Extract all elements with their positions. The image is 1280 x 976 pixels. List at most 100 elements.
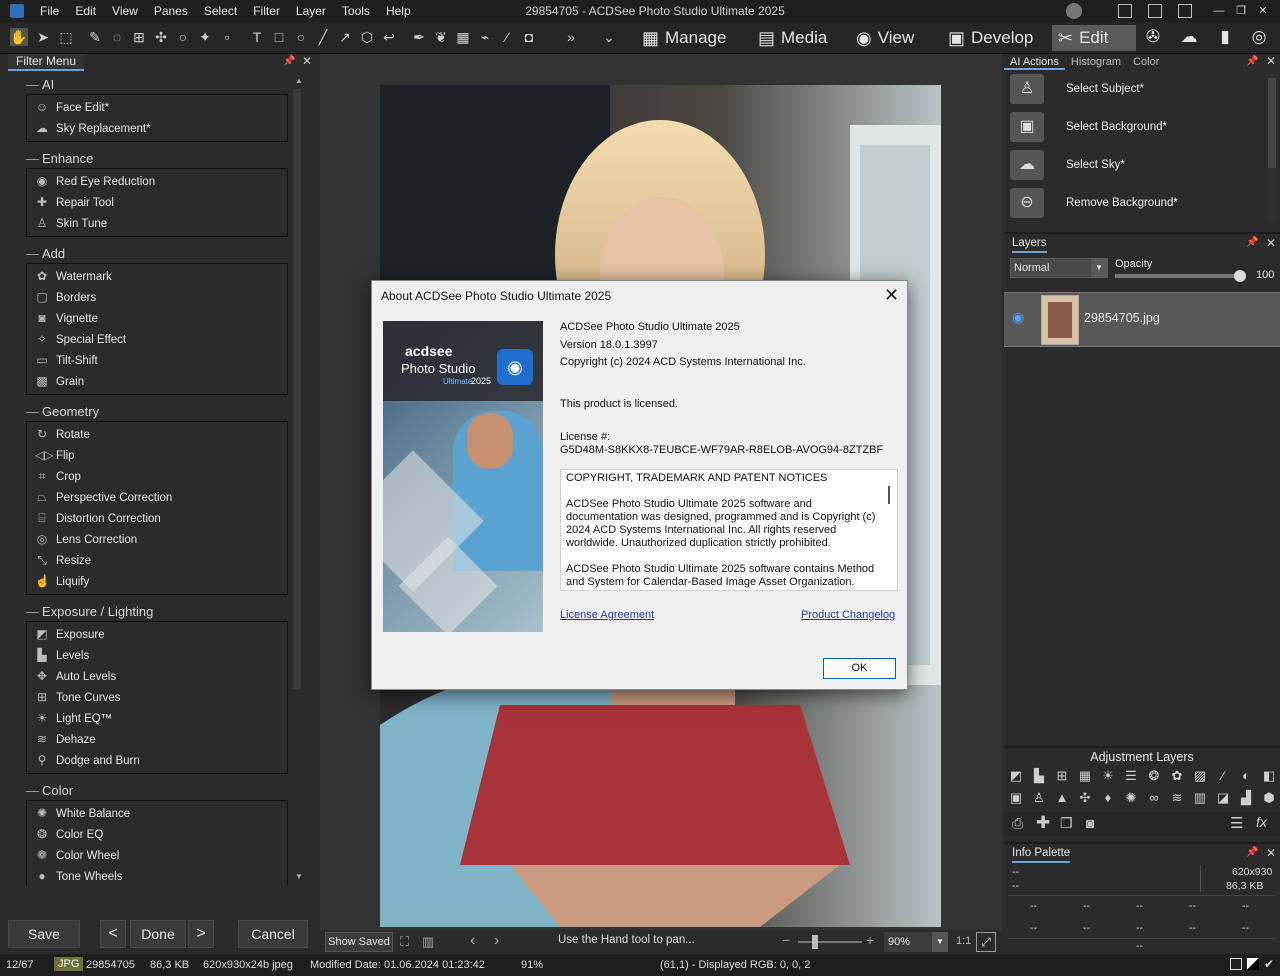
fit-icon[interactable]: ⛶ — [400, 934, 409, 950]
hand-tool-icon[interactable]: ✋ — [10, 28, 28, 46]
filter-borders[interactable]: ▢ Borders — [27, 287, 287, 308]
adj-person-icon[interactable]: ♙ — [1031, 790, 1047, 806]
adj-wheel-icon[interactable]: ✿ — [1169, 768, 1185, 784]
ellipse-tool-icon[interactable]: ○ — [292, 28, 310, 46]
account-icon[interactable] — [1066, 3, 1082, 19]
adj-grid-icon[interactable]: ▦ — [1077, 768, 1093, 784]
duplicate-layer-icon[interactable]: ❐ — [1060, 815, 1073, 832]
filter-exposure[interactable]: ◩ Exposure — [27, 624, 287, 645]
lasso-icon[interactable]: ◌ — [108, 28, 126, 46]
menu-select[interactable]: Select — [196, 0, 245, 22]
text-tool-icon[interactable]: T — [248, 28, 266, 46]
expand-toolbar-icon[interactable]: » — [562, 28, 580, 46]
fx-icon[interactable]: fx — [1256, 814, 1267, 830]
filter-liquify[interactable]: ☝ Liquify — [27, 571, 287, 592]
visibility-eye-icon[interactable]: ◉ — [1012, 309, 1024, 326]
adj-triangle-icon[interactable]: ▲ — [1054, 790, 1070, 806]
license-agreement-link[interactable]: License Agreement — [560, 609, 654, 621]
adj-invert-icon[interactable]: ◧ — [1261, 768, 1277, 784]
adj-chart-icon[interactable]: ▟ — [1238, 790, 1254, 806]
menu-lines-icon[interactable]: ☰ — [1230, 814, 1243, 832]
filter-dodge-burn[interactable]: ⚲ Dodge and Burn — [27, 750, 287, 771]
tab-ai-actions[interactable]: AI Actions — [1004, 54, 1065, 70]
adj-toggle-icon[interactable]: ◐ — [1238, 768, 1254, 784]
rectangle-tool-icon[interactable]: □ — [270, 28, 288, 46]
filter-resize[interactable]: ⤡ Resize — [27, 550, 287, 571]
panel-close-icon[interactable]: ✕ — [1266, 236, 1276, 250]
menu-layer[interactable]: Layer — [288, 0, 334, 22]
adj-cube-icon[interactable]: ⬢ — [1261, 790, 1277, 806]
tab-color[interactable]: Color — [1127, 54, 1165, 70]
adj-levels-icon[interactable]: ▙ — [1031, 768, 1047, 784]
filter-color-eq[interactable]: ❂ Color EQ — [27, 824, 287, 845]
ok-button[interactable]: OK — [823, 658, 896, 679]
group-title-color[interactable]: — Color — [26, 780, 292, 800]
next-button[interactable]: > — [188, 920, 214, 948]
product-changelog-link[interactable]: Product Changelog — [801, 609, 895, 621]
filter-special-effect[interactable]: ✧ Special Effect — [27, 329, 287, 350]
zoom-select[interactable]: 90% ▼ — [884, 932, 948, 952]
adj-camera-icon[interactable]: ▣ — [1008, 790, 1024, 806]
adj-curves-icon[interactable]: ⊞ — [1054, 768, 1070, 784]
layer-row[interactable]: ◉ 29854705.jpg — [1004, 292, 1280, 347]
adj-split-icon[interactable]: ◪ — [1215, 790, 1231, 806]
filter-dehaze[interactable]: ≋ Dehaze — [27, 729, 287, 750]
mode-edit[interactable]: ✂ Edit — [1052, 25, 1136, 51]
minimize-icon[interactable]: — — [1208, 0, 1230, 22]
nav-prev-icon[interactable]: ‹ — [470, 932, 475, 950]
pen-icon[interactable]: ✒ — [410, 28, 428, 46]
adj-sliders-icon[interactable]: ☰ — [1123, 768, 1139, 784]
color-square-icon[interactable] — [1230, 958, 1242, 970]
ai-select-background[interactable]: ▣ Select Background* — [1004, 108, 1262, 146]
pin-icon[interactable]: 📌 — [1246, 56, 1258, 67]
panel-close-icon[interactable]: ✕ — [1266, 54, 1276, 68]
tab-histogram[interactable]: Histogram — [1065, 54, 1127, 70]
scroll-up-icon[interactable]: ▲ — [295, 76, 303, 85]
gradient-icon[interactable]: ▦ — [454, 28, 472, 46]
filter-lens-correction[interactable]: ◎ Lens Correction — [27, 529, 287, 550]
adj-gradient-icon[interactable]: ▥ — [1192, 790, 1208, 806]
zoom-slider-handle[interactable] — [812, 935, 818, 949]
zoom-in-icon[interactable]: + — [866, 932, 874, 948]
filter-auto-levels[interactable]: ✥ Auto Levels — [27, 666, 287, 687]
panel-close-icon[interactable]: ✕ — [302, 54, 312, 68]
brush-select-icon[interactable]: ✎ — [86, 28, 104, 46]
filter-sky-replacement[interactable]: ☁ Sky Replacement* — [27, 118, 287, 139]
adj-image-icon[interactable]: ▨ — [1192, 768, 1208, 784]
ai-select-subject[interactable]: ♙ Select Subject* — [1004, 70, 1262, 108]
filter-color-wheel[interactable]: ❁ Color Wheel — [27, 845, 287, 866]
transform-icon[interactable]: ⊞ — [130, 28, 148, 46]
online-eye-icon[interactable]: ◎ — [1246, 27, 1272, 49]
bw-icon[interactable] — [1247, 958, 1259, 970]
filter-perspective[interactable]: ⏢ Perspective Correction — [27, 487, 287, 508]
filter-distortion[interactable]: ⌸ Distortion Correction — [27, 508, 287, 529]
restore-icon[interactable]: ❐ — [1230, 0, 1252, 22]
done-button[interactable]: Done — [130, 920, 186, 948]
app-icon[interactable] — [10, 4, 24, 18]
zoom-ratio-button[interactable]: 1:1 — [956, 935, 971, 947]
filter-red-eye[interactable]: ◉ Red Eye Reduction — [27, 171, 287, 192]
menu-help[interactable]: Help — [378, 0, 419, 22]
picker-icon[interactable]: ⁄ — [498, 28, 516, 46]
prev-button[interactable]: < — [100, 920, 126, 948]
filter-scrollbar-thumb[interactable] — [293, 89, 301, 689]
film-reel-icon[interactable]: ✇ — [1140, 27, 1166, 49]
group-title-geometry[interactable]: — Geometry — [26, 401, 292, 421]
menu-view[interactable]: View — [104, 0, 146, 22]
notices-scrollbar[interactable] — [883, 472, 897, 590]
move-tool-icon[interactable]: ➤ — [34, 28, 52, 46]
cancel-button[interactable]: Cancel — [238, 920, 308, 948]
filter-levels[interactable]: ▙ Levels — [27, 645, 287, 666]
show-saved-button[interactable]: Show Saved — [325, 932, 393, 952]
opacity-slider-handle[interactable] — [1234, 270, 1246, 282]
filter-white-balance[interactable]: ✺ White Balance — [27, 803, 287, 824]
mode-view[interactable]: ◉ View — [850, 25, 920, 51]
zoom-out-icon[interactable]: − — [782, 932, 790, 948]
filter-rotate[interactable]: ↻ Rotate — [27, 424, 287, 445]
notices-textbox[interactable]: COPYRIGHT, TRADEMARK AND PATENT NOTICES … — [560, 469, 898, 591]
smudge-icon[interactable]: ⌁ — [476, 28, 494, 46]
mask-icon[interactable]: ◙ — [1086, 815, 1094, 831]
mode-manage[interactable]: ▦ Manage — [636, 25, 732, 51]
smart-select-icon[interactable]: ✣ — [152, 28, 170, 46]
add-layer-icon[interactable]: ✚ — [1036, 813, 1050, 833]
